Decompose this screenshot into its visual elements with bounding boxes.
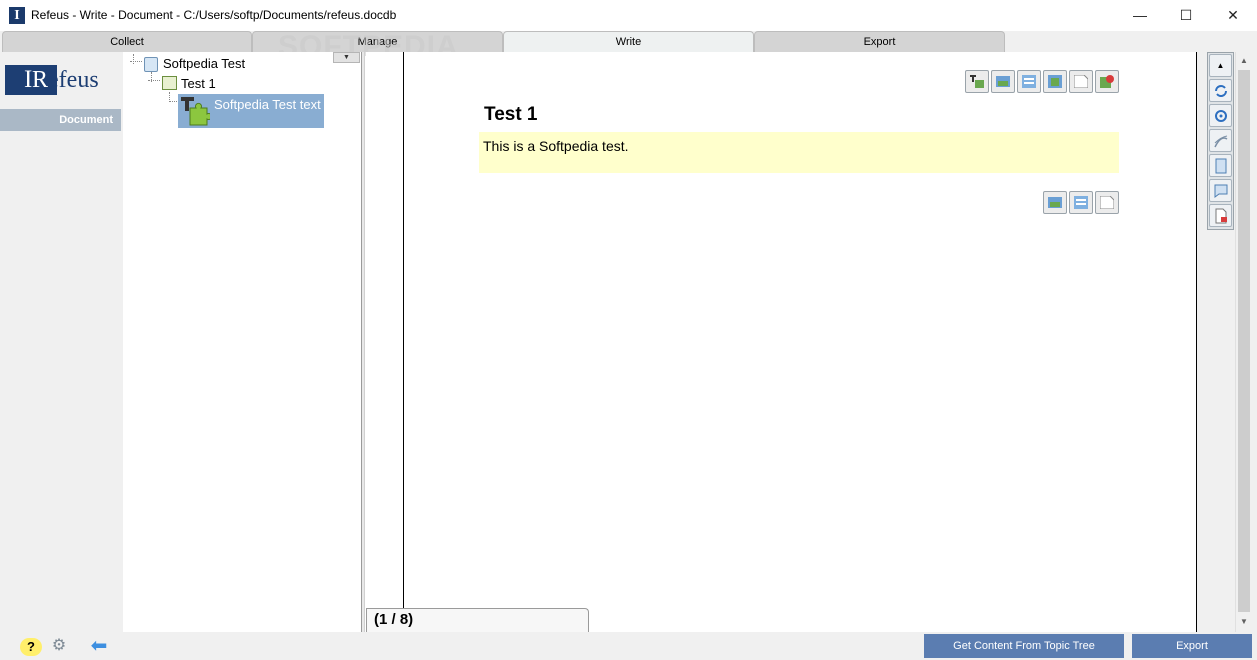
refresh-tool[interactable] — [1209, 79, 1232, 102]
tree-connector — [133, 54, 134, 64]
title-bar: I Refeus - Write - Document - C:/Users/s… — [0, 0, 1257, 31]
connect-tool[interactable] — [1209, 129, 1232, 152]
scrollbar-thumb[interactable] — [1238, 70, 1250, 612]
logo-text: Refeus — [32, 67, 99, 93]
insert-note-button[interactable] — [1095, 191, 1119, 214]
list-icon — [1022, 75, 1036, 88]
link-tool[interactable] — [1209, 104, 1232, 127]
refeus-logo: I Refeus — [5, 65, 115, 95]
right-tool-strip: ▲ ▲ ▼ — [1197, 52, 1257, 632]
tree-node-label: Softpedia Test text — [214, 97, 321, 112]
help-icon[interactable]: ? — [20, 638, 42, 656]
tree-connector — [148, 80, 160, 81]
export-page-tool[interactable] — [1209, 204, 1232, 227]
tree-node-test1[interactable]: Test 1 — [181, 76, 216, 91]
list-icon — [1074, 196, 1088, 209]
delete-section-button[interactable] — [1095, 70, 1119, 93]
image-icon — [1048, 197, 1062, 208]
link-icon — [1215, 110, 1227, 122]
scroll-down-arrow[interactable]: ▼ — [1236, 613, 1252, 630]
close-button[interactable]: ✕ — [1210, 0, 1256, 31]
left-navigation: I Refeus Document — [0, 52, 123, 632]
section-paragraph[interactable]: This is a Softpedia test. — [479, 132, 1119, 173]
get-content-button[interactable]: Get Content From Topic Tree — [924, 634, 1124, 658]
insert-list-button[interactable] — [1069, 191, 1093, 214]
add-list-button[interactable] — [1017, 70, 1041, 93]
note-icon — [1100, 196, 1114, 209]
tab-collect[interactable]: Collect — [2, 31, 252, 52]
minimize-button[interactable]: — — [1117, 0, 1163, 31]
maximize-button[interactable]: ☐ — [1163, 0, 1209, 31]
add-image-button[interactable] — [991, 70, 1015, 93]
app-icon: I — [9, 7, 25, 24]
page-counter: (1 / 8) — [366, 608, 589, 632]
bottom-bar: ? ⚙ ⬅ Get Content From Topic Tree Export — [0, 632, 1257, 660]
delete-icon — [1100, 75, 1114, 88]
add-text-button[interactable] — [965, 70, 989, 93]
nav-item-document[interactable]: Document — [0, 109, 121, 131]
window-title: Refeus - Write - Document - C:/Users/sof… — [31, 8, 397, 22]
section-title[interactable]: Test 1 — [484, 104, 538, 126]
scroll-up-arrow[interactable]: ▲ — [1236, 52, 1252, 69]
insert-image-button[interactable] — [1043, 191, 1067, 214]
gear-icon[interactable]: ⚙ — [50, 637, 68, 655]
refresh-icon — [1215, 85, 1227, 97]
comment-tool[interactable] — [1209, 179, 1232, 202]
note-icon — [1074, 75, 1088, 88]
text-puzzle-icon — [970, 75, 984, 88]
tab-export[interactable]: Export — [754, 31, 1005, 52]
tool-column: ▲ — [1207, 52, 1234, 230]
media-puzzle-icon — [1048, 75, 1062, 88]
panel-splitter[interactable] — [361, 52, 365, 632]
text-puzzle-icon — [181, 97, 210, 126]
logo-rest: efeus — [48, 67, 99, 93]
tree-dropdown-button[interactable]: ▼ — [333, 52, 360, 63]
connect-icon — [1214, 135, 1228, 148]
tree-node-root[interactable]: Softpedia Test — [163, 56, 245, 71]
back-arrow-icon[interactable]: ⬅ — [88, 636, 110, 656]
comment-icon — [1214, 184, 1228, 198]
document-icon — [144, 57, 158, 72]
page-icon — [1215, 158, 1227, 174]
add-note-button[interactable] — [1069, 70, 1093, 93]
vertical-scrollbar[interactable]: ▲ ▼ — [1235, 52, 1252, 632]
document-editor: Test 1 This is a Softpedia test. (1 / 8) — [366, 52, 1196, 632]
margin-line — [403, 52, 404, 608]
tree-connector — [130, 61, 142, 62]
tab-write[interactable]: Write — [503, 31, 754, 52]
export-page-icon — [1215, 208, 1227, 224]
page-tool[interactable] — [1209, 154, 1232, 177]
tab-bar: Collect Manage Write Export — [0, 31, 1257, 52]
topic-icon — [162, 76, 177, 90]
tree-connector — [169, 101, 177, 102]
topic-tree: ▼ Softpedia Test Test 1 Softpedia Test t… — [124, 52, 361, 632]
export-button[interactable]: Export — [1132, 634, 1252, 658]
add-media-button[interactable] — [1043, 70, 1067, 93]
collapse-tools-button[interactable]: ▲ — [1209, 54, 1232, 77]
image-icon — [996, 76, 1010, 87]
tree-node-selected[interactable]: Softpedia Test text — [178, 94, 324, 128]
logo-letter: R — [32, 67, 49, 93]
